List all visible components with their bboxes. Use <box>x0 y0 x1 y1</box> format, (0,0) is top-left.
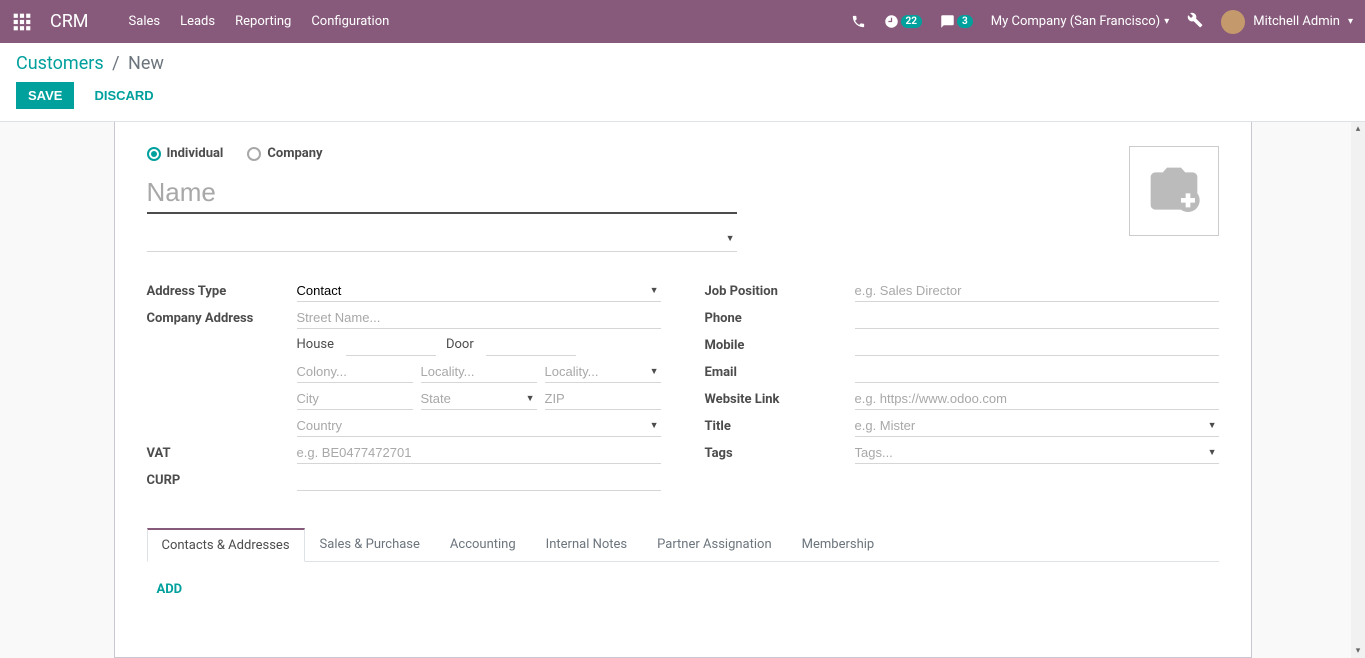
radio-company[interactable]: Company <box>247 146 322 161</box>
brand-title[interactable]: CRM <box>50 11 89 32</box>
label-address-type: Address Type <box>147 280 297 299</box>
nav-configuration[interactable]: Configuration <box>311 14 389 29</box>
apps-icon[interactable] <box>12 12 32 32</box>
scroll-down-icon[interactable]: ▾ <box>1353 644 1363 658</box>
user-menu[interactable]: Mitchell Admin ▾ <box>1221 10 1353 34</box>
website-input[interactable] <box>855 388 1219 410</box>
messages-icon[interactable]: 3 <box>940 14 973 29</box>
mobile-input[interactable] <box>855 334 1219 356</box>
label-tags: Tags <box>705 442 855 461</box>
email-input[interactable] <box>855 361 1219 383</box>
breadcrumb-current: New <box>128 53 164 74</box>
add-contact-button[interactable]: ADD <box>157 582 183 597</box>
nav-sales[interactable]: Sales <box>129 14 161 29</box>
colony-input[interactable] <box>297 361 413 383</box>
tab-membership[interactable]: Membership <box>787 528 890 562</box>
title-select[interactable]: ▼ <box>855 415 1219 437</box>
label-company-address: Company Address <box>147 307 297 326</box>
house-input[interactable] <box>346 334 436 356</box>
form-view: Individual Company ▼ Address Type ▼ <box>0 122 1365 658</box>
nav-menu: Sales Leads Reporting Configuration <box>129 14 390 29</box>
vat-input[interactable] <box>297 442 661 464</box>
radio-individual[interactable]: Individual <box>147 146 224 161</box>
job-input[interactable] <box>855 280 1219 302</box>
tags-select[interactable]: ▼ <box>855 442 1219 464</box>
camera-add-icon <box>1146 163 1202 219</box>
name-input[interactable] <box>147 173 737 214</box>
discard-button[interactable]: DISCARD <box>82 82 165 109</box>
label-phone: Phone <box>705 307 855 326</box>
door-input[interactable] <box>486 334 576 356</box>
locality1-input[interactable] <box>421 361 537 383</box>
avatar <box>1221 10 1245 34</box>
street-input[interactable] <box>297 307 661 329</box>
chevron-down-icon: ▼ <box>726 233 735 244</box>
save-button[interactable]: SAVE <box>16 82 74 109</box>
messages-badge: 3 <box>957 15 973 28</box>
tab-contacts[interactable]: Contacts & Addresses <box>147 528 305 562</box>
label-website: Website Link <box>705 388 855 407</box>
phone-input[interactable] <box>855 307 1219 329</box>
form-sheet: Individual Company ▼ Address Type ▼ <box>114 122 1252 658</box>
label-job: Job Position <box>705 280 855 299</box>
radio-dot-icon <box>247 147 261 161</box>
notebook-tabs: Contacts & Addresses Sales & Purchase Ac… <box>147 528 1219 562</box>
label-mobile: Mobile <box>705 334 855 353</box>
tab-sales-purchase[interactable]: Sales & Purchase <box>305 528 435 562</box>
caret-down-icon: ▾ <box>1164 16 1169 27</box>
label-email: Email <box>705 361 855 380</box>
zip-input[interactable] <box>545 388 661 410</box>
company-switcher[interactable]: My Company (San Francisco) ▾ <box>991 14 1169 29</box>
tab-content: ADD <box>147 562 1219 617</box>
control-panel: Customers / New SAVE DISCARD <box>0 43 1365 122</box>
state-select[interactable] <box>421 388 537 410</box>
scrollbar-vertical[interactable]: ▴ ▾ <box>1351 122 1365 658</box>
tab-internal-notes[interactable]: Internal Notes <box>531 528 642 562</box>
breadcrumb-parent[interactable]: Customers <box>16 53 104 74</box>
label-vat: VAT <box>147 442 297 461</box>
locality2-select[interactable] <box>545 361 661 383</box>
nav-leads[interactable]: Leads <box>180 14 215 29</box>
label-curp: CURP <box>147 469 297 488</box>
breadcrumb: Customers / New <box>16 53 1349 74</box>
nav-reporting[interactable]: Reporting <box>235 14 291 29</box>
tab-partner-assignation[interactable]: Partner Assignation <box>642 528 787 562</box>
nav-right: 22 3 My Company (San Francisco) ▾ Mitche… <box>851 10 1353 34</box>
company-type-radio: Individual Company <box>147 146 1219 161</box>
address-type-select[interactable]: ▼ <box>297 280 661 302</box>
tab-accounting[interactable]: Accounting <box>435 528 531 562</box>
curp-input[interactable] <box>297 469 661 491</box>
left-column: Address Type ▼ Company Address House Doo… <box>147 280 661 496</box>
right-column: Job Position Phone Mobile Email Website … <box>705 280 1219 496</box>
scroll-up-icon[interactable]: ▴ <box>1353 122 1363 136</box>
debug-icon[interactable] <box>1187 12 1203 32</box>
parent-company-select[interactable]: ▼ <box>147 228 737 252</box>
phone-icon[interactable] <box>851 14 866 29</box>
radio-dot-icon <box>147 147 161 161</box>
label-title: Title <box>705 415 855 434</box>
city-input[interactable] <box>297 388 413 410</box>
activity-icon[interactable]: 22 <box>884 14 922 29</box>
image-upload[interactable] <box>1129 146 1219 236</box>
caret-down-icon: ▾ <box>1348 16 1353 27</box>
activity-badge: 22 <box>901 15 922 28</box>
top-navbar: CRM Sales Leads Reporting Configuration … <box>0 0 1365 43</box>
country-select[interactable] <box>297 415 661 437</box>
